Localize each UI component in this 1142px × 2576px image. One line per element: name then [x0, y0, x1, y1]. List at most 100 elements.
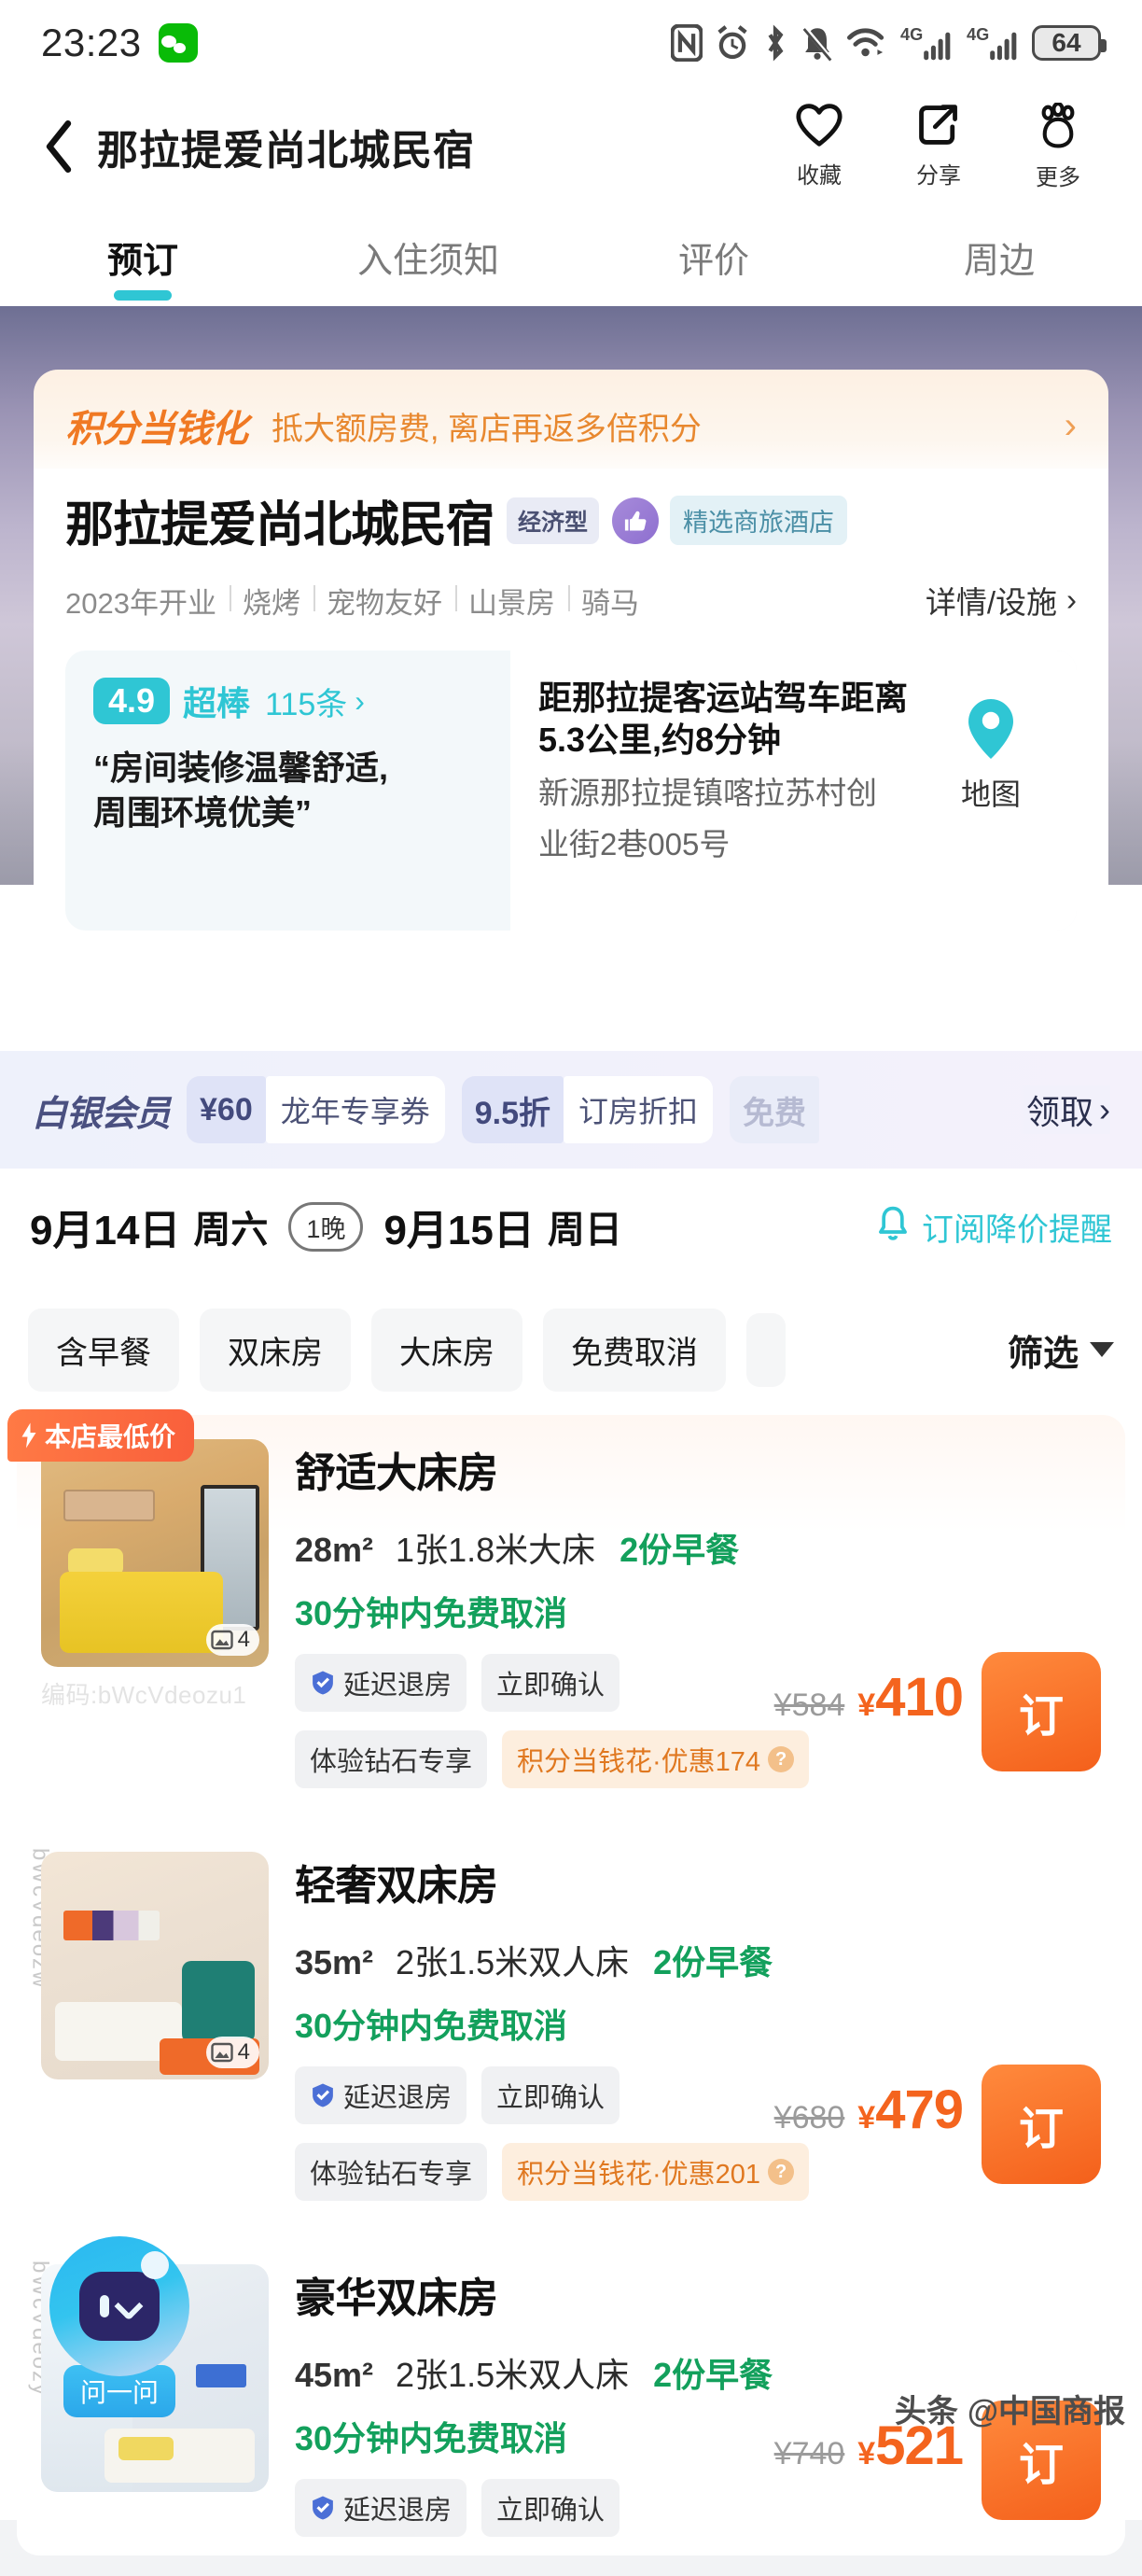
filter-chip-twin[interactable]: 双床房 — [200, 1308, 351, 1392]
favorite-label: 收藏 — [797, 162, 842, 189]
mute-bell-icon — [801, 24, 834, 62]
room-card[interactable]: 本店最低价 4 编码:bWcVdeozu1 舒适大床房 28m² 1张1.8米大… — [7, 1409, 1125, 1807]
diamond-member-tag: 体验钻石专享 — [295, 2143, 488, 2201]
filter-chip-free-cancel[interactable]: 免费取消 — [543, 1308, 726, 1392]
filter-chip-overflow[interactable]: … — [746, 1312, 786, 1387]
room-body: 舒适大床房 28m² 1张1.8米大床 2份早餐 30分钟内免费取消 延迟退房 … — [269, 1439, 1101, 1788]
map-pin-icon — [965, 697, 1017, 765]
share-button[interactable]: 分享 — [899, 103, 978, 191]
room-thumbnail-wrap[interactable]: 4 编码:bWcVdeozu1 — [41, 1439, 269, 1788]
thumbs-up-icon — [612, 497, 660, 544]
room-price-box: ¥584 ¥ 410 — [773, 1666, 964, 1729]
checkout-weekday: 周日 — [547, 1210, 622, 1251]
currency-symbol: ¥ — [857, 2436, 876, 2471]
claim-coupons-button[interactable]: 领取 › — [1016, 1085, 1110, 1134]
ask-assistant-button[interactable]: 问一问 — [37, 2236, 202, 2417]
diamond-member-tag: 体验钻石专享 — [295, 1730, 488, 1788]
news-account-label: @中国商报 — [967, 2394, 1125, 2429]
coupon-name: 龙年专享券 — [265, 1076, 445, 1143]
badge-selected-business: 精选商旅酒店 — [670, 496, 848, 545]
room-code-watermark: 编码:bWcVdeozu1 — [41, 1681, 247, 1709]
room-size: 35m² — [295, 1943, 374, 1981]
points-discount-tag[interactable]: 积分当钱花·优惠201 ? — [502, 2143, 810, 2201]
instant-confirm-tag: 立即确认 — [481, 2479, 620, 2537]
room-image[interactable]: 4 — [41, 1852, 269, 2079]
hotel-details-label: 详情/设施 — [925, 585, 1057, 620]
room-image[interactable]: 4 — [41, 1439, 269, 1667]
date-selection-bar[interactable]: 9月14日 周六 1晚 9月15日 周日 订阅降价提醒 — [0, 1169, 1142, 1284]
heart-icon — [795, 103, 843, 152]
member-coupon-bar[interactable]: 白银会员 ¥60 龙年专享券 9.5折 订房折扣 免费 领取 › — [0, 1051, 1142, 1169]
nights-count: 1晚 — [288, 1201, 364, 1252]
tab-nearby[interactable]: 周边 — [856, 207, 1142, 306]
room-name: 轻奢双床房 — [295, 1863, 498, 1909]
image-count-badge: 4 — [205, 2037, 259, 2068]
review-location-panel: 4.9 超棒 115条 › “房间装修温馨舒适, 周围环境优美” 距那拉提客运站… — [65, 651, 1077, 931]
tab-checkin-notes[interactable]: 入住须知 — [286, 207, 571, 306]
room-body: 轻奢双床房 35m² 2张1.5米双人床 2份早餐 30分钟内免费取消 延迟退房… — [269, 1852, 1101, 2201]
tab-booking[interactable]: 预订 — [0, 207, 286, 306]
review-quote-line2: 周围环境优美” — [93, 793, 313, 833]
price-drop-alert-label: 订阅降价提醒 — [922, 1211, 1112, 1248]
hotel-detail-page: 23:23 4G 4G 64 那拉提爱尚北城民宿 收藏 分享 更多 预订 入住须… — [0, 0, 1142, 2555]
checkin-weekday: 周六 — [193, 1210, 269, 1251]
more-button[interactable]: 更多 — [1019, 101, 1097, 191]
room-old-price: ¥740 — [773, 2436, 845, 2471]
late-checkout-label: 延迟退房 — [343, 2496, 453, 2526]
bell-icon — [875, 1204, 911, 1250]
late-checkout-tag: 延迟退房 — [295, 2479, 467, 2537]
checkin-date: 9月14日 — [30, 1208, 181, 1253]
room-meta: 35m² 2张1.5米双人床 2份早餐 — [295, 1936, 1101, 1984]
signal-4g-icon-2: 4G — [966, 23, 1020, 63]
help-icon[interactable]: ? — [768, 1746, 795, 1772]
chevron-right-icon: › — [1064, 404, 1077, 446]
tab-reviews[interactable]: 评价 — [571, 207, 856, 306]
book-button[interactable]: 订 — [982, 1652, 1101, 1771]
distance-line-1: 距那拉提客运站驾车距离 — [537, 679, 908, 717]
late-checkout-label: 延迟退房 — [343, 2083, 453, 2113]
room-card[interactable]: bWcVdeozw 4 轻奢双床房 35m² 2张1.5米双人床 2份早餐 30… — [17, 1827, 1125, 2219]
tab-bar: 预订 入住须知 评价 周边 — [0, 207, 1142, 306]
image-count-badge: 4 — [205, 1624, 259, 1656]
help-icon[interactable]: ? — [768, 2159, 795, 2185]
room-old-price: ¥680 — [773, 2100, 845, 2135]
battery-level: 64 — [1051, 28, 1081, 57]
coupon-item[interactable]: 9.5折 订房折扣 — [461, 1076, 714, 1143]
room-meta: 28m² 1张1.8米大床 2份早餐 — [295, 1523, 1101, 1572]
coupon-amount: ¥60 — [187, 1076, 266, 1143]
room-bed: 1张1.8米大床 — [396, 1531, 596, 1569]
svg-text:4G: 4G — [967, 25, 989, 44]
news-source-label: 头条 — [894, 2394, 958, 2429]
address-line-1: 新源那拉提镇喀拉苏村创 — [537, 775, 877, 810]
map-button[interactable]: 地图 — [926, 677, 1056, 814]
feature-tag: 宠物友好 — [313, 580, 455, 622]
location-summary[interactable]: 距那拉提客运站驾车距离 5.3公里,约8分钟 新源那拉提镇喀拉苏村创 业街2巷0… — [509, 651, 1077, 931]
room-size: 28m² — [295, 1531, 374, 1569]
hotel-details-link[interactable]: 详情/设施 › — [926, 578, 1077, 623]
back-icon[interactable] — [34, 120, 84, 173]
feature-tag: 2023年开业 — [65, 586, 216, 620]
points-discount-tag[interactable]: 积分当钱花·优惠174 ? — [502, 1730, 810, 1788]
late-checkout-label: 延迟退房 — [343, 1671, 453, 1701]
room-thumbnail-wrap[interactable]: 4 — [41, 1852, 269, 2201]
review-summary[interactable]: 4.9 超棒 115条 › “房间装修温馨舒适, 周围环境优美” — [65, 651, 510, 931]
coupon-item[interactable]: 免费 — [730, 1076, 820, 1143]
room-old-price: ¥584 — [773, 1687, 845, 1723]
photo-icon — [210, 1630, 233, 1650]
shield-icon — [313, 2496, 333, 2520]
photo-icon — [210, 2042, 233, 2063]
coupon-item[interactable]: ¥60 龙年专享券 — [187, 1076, 445, 1143]
points-promo-banner[interactable]: 积分当钱化 抵大额房费, 离店再返多倍积分 › — [34, 370, 1108, 482]
feature-tag: 骑马 — [567, 580, 652, 622]
filter-more-button[interactable]: 筛选 — [992, 1323, 1114, 1376]
status-bar: 23:23 4G 4G 64 — [0, 0, 1142, 86]
book-button[interactable]: 订 — [982, 2065, 1101, 2184]
points-discount-label: 积分当钱花·优惠174 — [517, 1747, 761, 1777]
filter-chip-breakfast[interactable]: 含早餐 — [28, 1308, 179, 1392]
late-checkout-tag: 延迟退房 — [295, 2066, 467, 2124]
image-count: 4 — [237, 1627, 250, 1652]
price-drop-alert-button[interactable]: 订阅降价提醒 — [875, 1204, 1112, 1250]
filter-chip-king[interactable]: 大床房 — [371, 1308, 522, 1392]
room-price: 410 — [875, 1667, 964, 1728]
favorite-button[interactable]: 收藏 — [780, 103, 858, 191]
